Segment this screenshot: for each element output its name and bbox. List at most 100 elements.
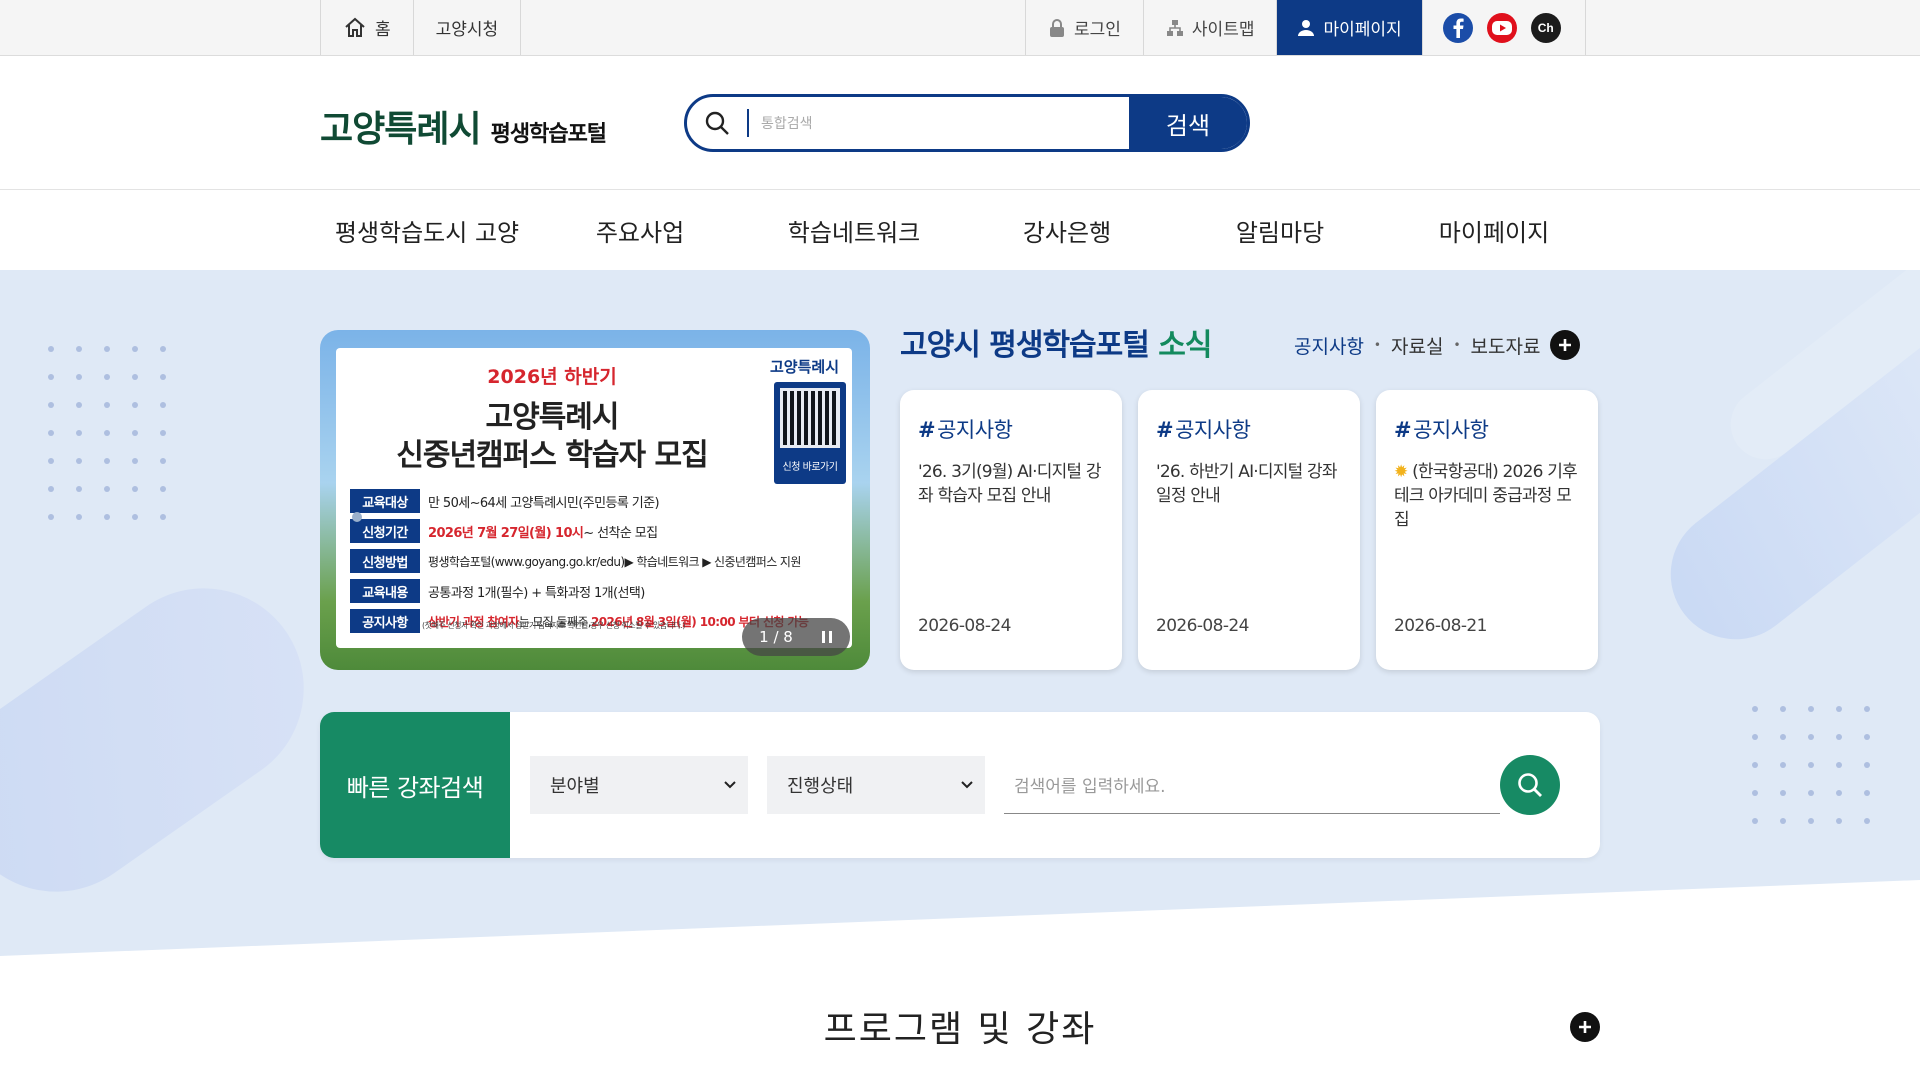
- tab-separator: •: [1373, 338, 1381, 352]
- main-visual: 2026년 하반기 고양특례시 신중년캠퍼스 학습자 모집 고양특례시 신청 바…: [0, 270, 1920, 1080]
- news-tabs: 공지사항 • 자료실 • 보도자료: [1294, 330, 1581, 360]
- quick-search-button[interactable]: [1500, 755, 1560, 815]
- news-card-date: 2026-08-24: [1156, 616, 1249, 636]
- user-icon: [1298, 19, 1315, 36]
- kakao-channel-icon[interactable]: Ch: [1530, 12, 1561, 43]
- program-section-title: 프로그램 및 강좌: [823, 1009, 1097, 1050]
- decor-dots: [48, 346, 188, 542]
- status-select[interactable]: 진행상태: [767, 756, 985, 814]
- banner-row-tag: 교육대상: [350, 489, 420, 513]
- utility-right: 로그인 사이트맵 마이페이지 Ch: [1025, 0, 1586, 55]
- search-icon: [1518, 773, 1542, 797]
- banner-slider[interactable]: 2026년 하반기 고양특례시 신중년캠퍼스 학습자 모집 고양특례시 신청 바…: [320, 330, 870, 670]
- kakao-channel-label: Ch: [1537, 20, 1554, 35]
- news-card-category: #공지사항: [1394, 418, 1489, 442]
- nav-learning-network[interactable]: 학습네트워크: [747, 190, 961, 270]
- search-input[interactable]: [749, 97, 1129, 149]
- qr-label: 신청 바로가기: [782, 462, 838, 473]
- tab-separator: •: [1453, 338, 1461, 352]
- keyword-input[interactable]: 검색어를 입력하세요.: [1004, 756, 1500, 814]
- youtube-icon[interactable]: [1486, 12, 1517, 43]
- utility-left: 홈 고양시청: [320, 0, 522, 55]
- site-header: 고양특례시 평생학습포털 검색: [0, 56, 1920, 190]
- status-select-value: 진행상태: [787, 776, 854, 797]
- banner-row: 교육내용 공통과정 1개(필수) + 특화과정 1개(선택): [350, 576, 808, 606]
- news-card-date: 2026-08-21: [1394, 616, 1487, 636]
- banner-row-text: 평생학습포털(www.goyang.go.kr/edu)▶ 학습네트워크 ▶ 신…: [428, 554, 801, 569]
- sitemap-link[interactable]: 사이트맵: [1142, 0, 1277, 55]
- banner-row-tag: 공지사항: [350, 609, 420, 633]
- nav-instructor-bank[interactable]: 강사은행: [960, 190, 1174, 270]
- news-title-accent: 소식: [1158, 328, 1212, 363]
- sitemap-icon: [1166, 19, 1183, 36]
- banner-row-text: ~ 선착순 모집: [583, 525, 658, 541]
- nav-mypage[interactable]: 마이페이지: [1387, 190, 1601, 270]
- news-card-title: ✹ (한국항공대) 2026 기후테크 아카데미 중급과정 모집: [1394, 462, 1578, 530]
- banner-qr[interactable]: 신청 바로가기: [774, 382, 846, 484]
- sun-icon: ✹: [1394, 462, 1413, 482]
- banner-row-tag: 신청기간: [350, 519, 420, 543]
- nav-notice-board[interactable]: 알림마당: [1173, 190, 1387, 270]
- banner-row-tag: 교육내용: [350, 579, 420, 603]
- banner-prev-indicator[interactable]: [352, 512, 362, 522]
- quick-course-search: 빠른 강좌검색 분야별 진행상태 검색어를 입력하세요.: [320, 712, 1600, 858]
- banner-row-text: 만 50세~64세 고양특례시민(주민등록 기준): [428, 495, 660, 511]
- tab-archive[interactable]: 자료실: [1391, 332, 1443, 359]
- tab-notice[interactable]: 공지사항: [1294, 332, 1364, 359]
- utility-bar: 홈 고양시청 로그인 사이트맵 마이페이지 Ch: [0, 0, 1920, 56]
- chevron-down-icon: [961, 781, 973, 789]
- login-link[interactable]: 로그인: [1025, 0, 1143, 55]
- news-card[interactable]: #공지사항 '26. 하반기 AI·디지털 강좌 일정 안내 2026-08-2…: [1138, 390, 1360, 670]
- search-icon: [687, 109, 749, 137]
- main-navigation: 평생학습도시 고양 주요사업 학습네트워크 강사은행 알림마당 마이페이지: [0, 190, 1920, 270]
- banner-row-tag: 신청방법: [350, 549, 420, 573]
- search-button[interactable]: 검색: [1129, 97, 1247, 149]
- banner-pager: 1 / 8: [742, 618, 850, 656]
- news-more-button[interactable]: [1550, 330, 1581, 360]
- facebook-icon[interactable]: [1442, 12, 1473, 43]
- news-card[interactable]: #공지사항 ✹ (한국항공대) 2026 기후테크 아카데미 중급과정 모집 2…: [1376, 390, 1598, 670]
- nav-lifelong-city[interactable]: 평생학습도시 고양: [320, 190, 534, 270]
- chevron-right-icon[interactable]: ›: [832, 490, 841, 515]
- site-logo[interactable]: 고양특례시 평생학습포털: [320, 100, 607, 152]
- field-select[interactable]: 분야별: [530, 756, 748, 814]
- decor-dots: [1752, 706, 1892, 846]
- news-card[interactable]: #공지사항 '26. 3기(9월) AI·디지털 강좌 학습자 모집 안내 20…: [900, 390, 1122, 670]
- nav-main-projects[interactable]: 주요사업: [533, 190, 747, 270]
- field-select-value: 분야별: [550, 776, 600, 797]
- banner-subtitle: 2026년 하반기: [487, 366, 617, 388]
- news-card-category: #공지사항: [918, 418, 1013, 442]
- login-label: 로그인: [1074, 20, 1121, 40]
- chevron-down-icon: [724, 781, 736, 789]
- quick-search-label: 빠른 강좌검색: [320, 712, 510, 858]
- plus-icon: [1579, 1021, 1591, 1033]
- pause-icon[interactable]: [821, 630, 833, 644]
- banner-note: (첫째주 신청자 확인 과정에서 상반기 참여자로 확인될 경우 신청 취소될 …: [422, 621, 686, 630]
- home-link[interactable]: 홈: [320, 0, 413, 55]
- integrated-search: 검색: [684, 94, 1250, 152]
- tab-press[interactable]: 보도자료: [1471, 332, 1541, 359]
- news-title-main: 고양시 평생학습포털: [900, 328, 1159, 363]
- news-section-title: 고양시 평생학습포털 소식: [900, 320, 1213, 364]
- city-hall-label: 고양시청: [435, 20, 499, 40]
- banner-title-line2: 신중년캠퍼스 학습자 모집: [396, 438, 709, 473]
- mypage-link[interactable]: 마이페이지: [1276, 0, 1422, 55]
- news-card-title: '26. 하반기 AI·디지털 강좌 일정 안내: [1156, 462, 1337, 506]
- plus-icon: [1559, 339, 1572, 351]
- qr-code: [780, 388, 840, 448]
- banner-row-text: 공통과정 1개(필수) + 특화과정 1개(선택): [428, 585, 645, 601]
- banner-row: 신청기간 2026년 7월 27일(월) 10시 ~ 선착순 모집: [350, 516, 808, 546]
- social-links: Ch: [1421, 0, 1586, 55]
- city-hall-link[interactable]: 고양시청: [412, 0, 522, 55]
- banner-row-highlight: 2026년 7월 27일(월) 10시: [428, 525, 584, 541]
- logo-city: 고양특례시: [320, 109, 482, 150]
- banner-poster: 2026년 하반기 고양특례시 신중년캠퍼스 학습자 모집 고양특례시 신청 바…: [336, 348, 852, 648]
- banner-page-count: 1 / 8: [759, 628, 793, 646]
- logo-portal: 평생학습포털: [490, 122, 607, 147]
- news-card-category: #공지사항: [1156, 418, 1251, 442]
- home-icon: [345, 17, 365, 37]
- banner-row: 신청방법 평생학습포털(www.goyang.go.kr/edu)▶ 학습네트워…: [350, 546, 808, 576]
- decor-shape: [0, 549, 343, 931]
- program-more-button[interactable]: [1570, 1012, 1600, 1042]
- banner-row: 교육대상 만 50세~64세 고양특례시민(주민등록 기준): [350, 486, 808, 516]
